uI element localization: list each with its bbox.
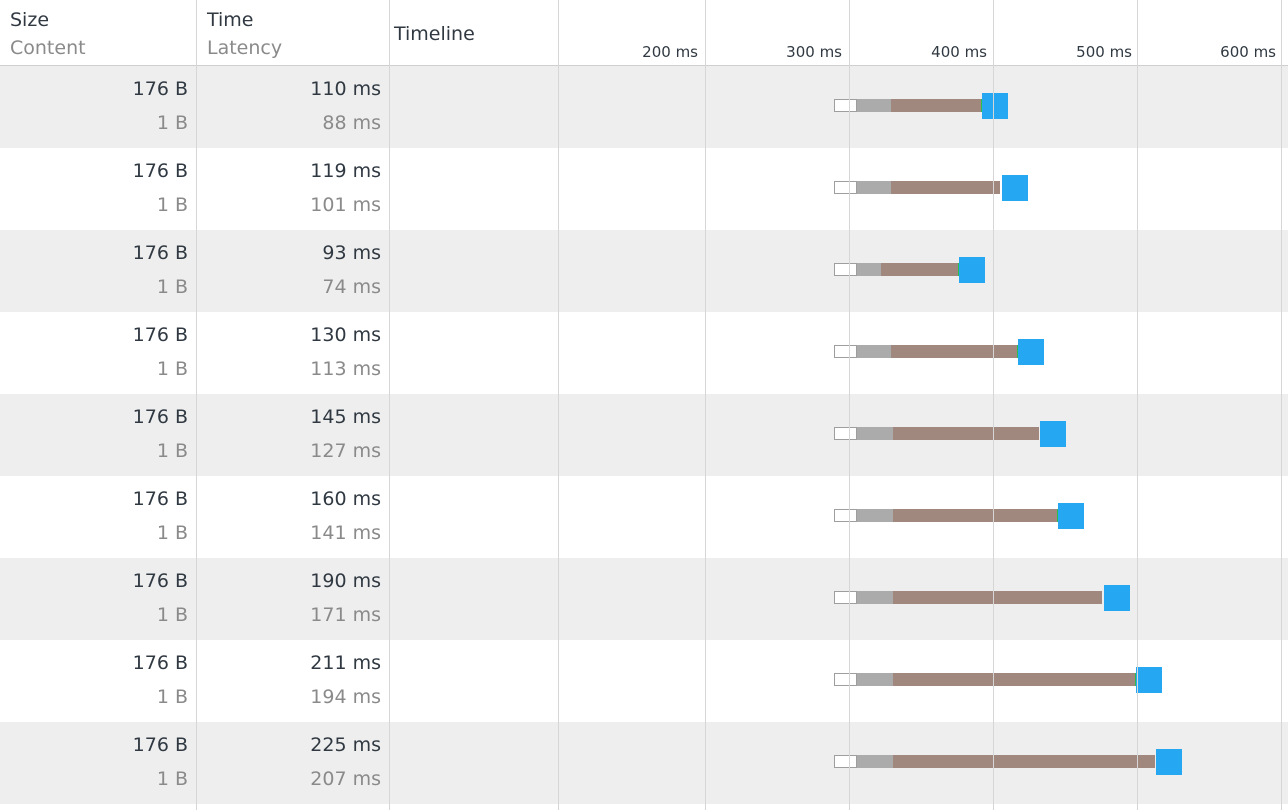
timeline-bar[interactable]	[0, 722, 1288, 804]
waiting-segment	[891, 181, 1000, 194]
stalled-segment	[834, 427, 857, 440]
timeline-gridline-300ms	[849, 0, 850, 810]
latency-header-label: Latency	[207, 37, 283, 59]
stalled-segment	[834, 755, 857, 768]
timeline-bar[interactable]	[0, 66, 1288, 148]
timeline-gridline-400ms	[993, 0, 994, 810]
waiting-segment	[893, 509, 1057, 522]
tick-label-600ms: 600 ms	[1220, 43, 1276, 61]
column-divider-size	[196, 0, 197, 810]
waiting-segment	[881, 263, 958, 276]
timeline-bar[interactable]	[0, 394, 1288, 476]
connecting-segment	[857, 673, 893, 686]
table-row[interactable]: 176 B1 B 119 ms 101 ms	[0, 148, 1288, 230]
connecting-segment	[857, 263, 881, 276]
receiving-segment	[1002, 175, 1028, 201]
stalled-segment	[834, 181, 857, 194]
tick-label-300ms: 300 ms	[786, 43, 842, 61]
receiving-segment	[982, 93, 1008, 119]
table-row[interactable]: 176 B1 B 190 ms 171 ms	[0, 558, 1288, 640]
stalled-segment	[834, 673, 857, 686]
timeline-gridline-600ms	[1281, 0, 1282, 810]
stalled-segment	[834, 591, 857, 604]
timeline-gridline-200ms	[705, 0, 706, 810]
table-row[interactable]: 176 B1 B 93 ms 74 ms	[0, 230, 1288, 312]
connecting-segment	[857, 99, 891, 112]
connecting-segment	[857, 509, 893, 522]
tick-label-400ms: 400 ms	[931, 43, 987, 61]
connecting-segment	[857, 427, 893, 440]
waiting-segment	[893, 591, 1102, 604]
table-row[interactable]: 176 B1 B 225 ms 207 ms	[0, 722, 1288, 804]
column-divider-time	[389, 0, 390, 810]
table-row[interactable]: 176 B1 B 211 ms 194 ms	[0, 640, 1288, 722]
timeline-gridline-500ms	[1137, 0, 1138, 810]
receiving-segment	[1136, 667, 1162, 693]
tick-label-200ms: 200 ms	[642, 43, 698, 61]
timeline-bar[interactable]	[0, 476, 1288, 558]
timeline-bar[interactable]	[0, 230, 1288, 312]
waiting-segment	[893, 673, 1135, 686]
column-header-bar: Size Content Time Latency Timeline 200 m…	[0, 0, 1288, 66]
receiving-segment	[1040, 421, 1066, 447]
timeline-bar[interactable]	[0, 148, 1288, 230]
receiving-segment	[1156, 749, 1182, 775]
size-column-header[interactable]: Size Content	[0, 0, 196, 65]
connecting-segment	[857, 755, 893, 768]
table-row[interactable]: 176 B1 B 130 ms 113 ms	[0, 312, 1288, 394]
waiting-segment	[891, 99, 982, 112]
waiting-segment	[891, 345, 1018, 358]
timeline-gridline	[558, 0, 559, 810]
timeline-bar[interactable]	[0, 312, 1288, 394]
stalled-segment	[834, 345, 857, 358]
size-header-label: Size	[10, 9, 50, 31]
receiving-segment	[1018, 339, 1044, 365]
tick-label-500ms: 500 ms	[1076, 43, 1132, 61]
table-row[interactable]: 176 B1 B 160 ms 141 ms	[0, 476, 1288, 558]
table-row[interactable]: 176 B1 B 145 ms 127 ms	[0, 394, 1288, 476]
stalled-segment	[834, 509, 857, 522]
content-header-label: Content	[10, 37, 86, 59]
connecting-segment	[857, 345, 891, 358]
waiting-segment	[893, 755, 1155, 768]
timeline-bar[interactable]	[0, 558, 1288, 640]
timeline-header-label: Timeline	[394, 23, 475, 45]
connecting-segment	[857, 591, 893, 604]
connecting-segment	[857, 181, 891, 194]
time-header-label: Time	[207, 9, 254, 31]
receiving-segment	[1104, 585, 1130, 611]
receiving-segment	[959, 257, 985, 283]
timeline-bar[interactable]	[0, 640, 1288, 722]
stalled-segment	[834, 263, 857, 276]
waiting-segment	[893, 427, 1039, 440]
stalled-segment	[834, 99, 857, 112]
table-row[interactable]: 176 B1 B 110 ms 88 ms	[0, 66, 1288, 148]
receiving-segment	[1058, 503, 1084, 529]
time-column-header[interactable]: Time Latency	[197, 0, 389, 65]
